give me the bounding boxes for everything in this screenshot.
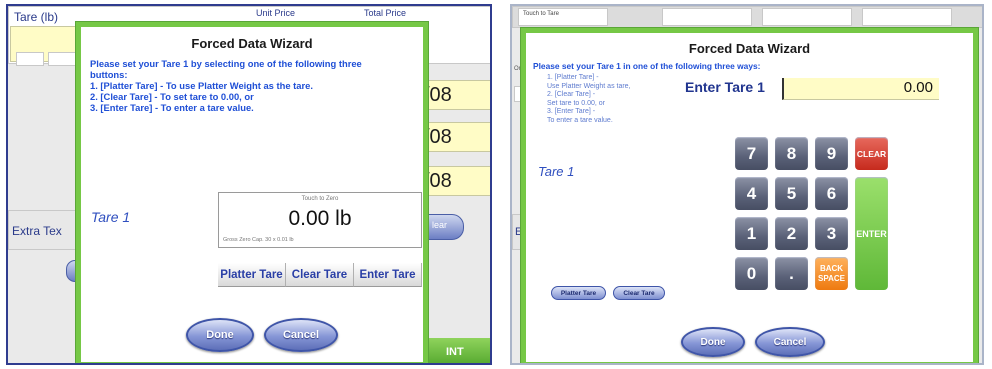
enter-tare-label: Enter Tare 1: [685, 79, 765, 95]
tare-1-label: Tare 1: [538, 164, 575, 179]
forced-data-wizard-dialog: Forced Data Wizard Please set your Tare …: [76, 22, 428, 363]
date-value-3: /08: [424, 170, 452, 192]
bg-tab[interactable]: [662, 8, 752, 26]
backspace-label-bottom: SPACE: [818, 273, 845, 283]
clear-tare-button[interactable]: Clear Tare: [613, 286, 665, 300]
instruction-line: 1. [Platter Tare] -: [547, 74, 599, 81]
instruction-line: Please set your Tare 1 by selecting one …: [90, 58, 362, 69]
bg-tab[interactable]: [762, 8, 852, 26]
key-5[interactable]: 5: [775, 177, 808, 210]
clear-pill-label: lear: [432, 220, 448, 230]
enter-tare-button[interactable]: Enter Tare: [354, 263, 422, 287]
done-button[interactable]: Done: [186, 318, 254, 352]
key-4[interactable]: 4: [735, 177, 768, 210]
tare-1-label: Tare 1: [91, 209, 131, 225]
instruction-line: Set tare to 0.00, or: [547, 99, 605, 107]
key-clear[interactable]: CLEAR: [855, 137, 888, 170]
platter-tare-button[interactable]: Platter Tare: [551, 286, 606, 300]
bg-tab[interactable]: [862, 8, 952, 26]
bg-small-box: [48, 52, 78, 66]
key-8[interactable]: 8: [775, 137, 808, 170]
scale-weight-value: 0.00 lb: [288, 207, 352, 230]
key-6[interactable]: 6: [815, 177, 848, 210]
key-enter[interactable]: ENTER: [855, 177, 888, 290]
instruction-line: To enter a tare value.: [547, 116, 613, 124]
touch-to-tare-tab[interactable]: Touch to Tare: [518, 8, 608, 26]
key-9[interactable]: 9: [815, 137, 848, 170]
touch-to-zero-label: Touch to Zero: [301, 196, 339, 202]
key-backspace[interactable]: BACK SPACE: [815, 257, 848, 290]
forced-data-wizard-dialog-keypad: Forced Data Wizard Please set your Tare …: [521, 28, 978, 363]
tab-label: Touch to Tare: [523, 11, 559, 17]
instruction-line: 3. [Enter Tare] -: [547, 108, 596, 115]
instruction-line: 1. [Platter Tare] - To use Platter Weigh…: [90, 80, 313, 91]
backspace-label-top: BACK: [819, 263, 844, 273]
instruction-list: 1. [Platter Tare] - Use Platter Weight a…: [547, 74, 631, 125]
instruction-line: 2. [Clear Tare] - To set tare to 0.00, o…: [90, 91, 254, 102]
instruction-line: 3. [Enter Tare] - To enter a tare value.: [90, 102, 254, 113]
cancel-button[interactable]: Cancel: [264, 318, 338, 352]
instruction-line: buttons:: [90, 69, 128, 80]
key-0[interactable]: 0: [735, 257, 768, 290]
platter-tare-button[interactable]: Platter Tare: [218, 263, 286, 287]
cancel-button[interactable]: Cancel: [755, 327, 825, 357]
total-price-header: Total Price: [364, 8, 407, 18]
done-button[interactable]: Done: [681, 327, 745, 357]
instructions: Please set your Tare 1 by selecting one …: [90, 58, 425, 113]
unit-price-header: Unit Price: [256, 8, 296, 18]
clear-tare-button[interactable]: Clear Tare: [286, 263, 354, 287]
extra-text-label: Extra Tex: [12, 224, 62, 238]
left-screen: Tare (lb) Unit Price Total Price /08 /08…: [6, 4, 492, 365]
date-value-1: /08: [424, 84, 452, 106]
tare-entry-field[interactable]: 0.00: [782, 78, 939, 100]
instruction-line: Use Platter Weight as tare,: [547, 82, 631, 90]
bottom-green-label: INT: [446, 346, 464, 358]
right-screen: Touch to Tare Orc E Forced Data Wizard P…: [510, 4, 984, 365]
key-decimal[interactable]: .: [775, 257, 808, 290]
scale-display[interactable]: Touch to Zero 0.00 lb Gross Zero Cap. 30…: [218, 192, 422, 248]
key-3[interactable]: 3: [815, 217, 848, 250]
key-2[interactable]: 2: [775, 217, 808, 250]
numeric-keypad: 7 8 9 CLEAR 4 5 6 ENTER 1 2 3 0 . BACK S…: [735, 137, 905, 297]
bg-small-box: [16, 52, 44, 66]
tare-button-row: Platter Tare Clear Tare Enter Tare: [218, 263, 422, 287]
tare-header: Tare (lb): [14, 10, 59, 24]
dialog-title: Forced Data Wizard: [688, 41, 811, 56]
key-7[interactable]: 7: [735, 137, 768, 170]
key-1[interactable]: 1: [735, 217, 768, 250]
dialog-title: Forced Data Wizard: [191, 36, 313, 51]
instruction-main: Please set your Tare 1 in one of the fol…: [533, 61, 761, 71]
instruction-line: 2. [Clear Tare] -: [547, 91, 596, 98]
date-value-2: /08: [424, 126, 452, 148]
scale-status-text: Gross Zero Cap. 30 x 0.01 lb: [223, 237, 294, 243]
